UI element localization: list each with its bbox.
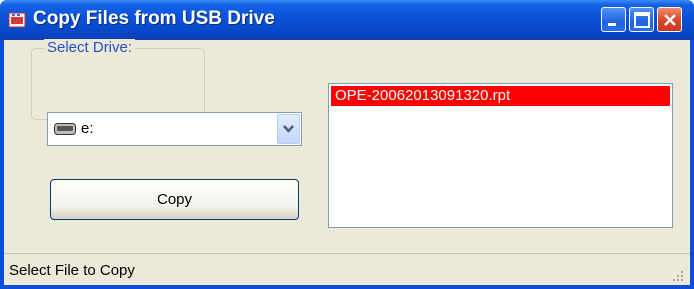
drive-icon [54, 123, 76, 135]
minimize-icon [608, 23, 616, 26]
drive-dropdown-button[interactable] [277, 114, 300, 144]
close-icon [664, 14, 676, 26]
window-title: Copy Files from USB Drive [33, 8, 275, 29]
maximize-button[interactable] [629, 7, 654, 32]
usb-app-icon [8, 12, 26, 28]
drive-select[interactable]: e: [47, 112, 302, 146]
title-bar[interactable]: Copy Files from USB Drive [0, 0, 694, 40]
minimize-button[interactable] [601, 7, 626, 32]
status-bar: Select File to Copy [4, 253, 690, 286]
close-button[interactable] [657, 7, 682, 32]
app-window: Copy Files from USB Drive Select Drive: [0, 0, 694, 289]
select-drive-label: Select Drive: [44, 39, 136, 56]
file-list[interactable]: OPE-20062013091320.rpt [328, 83, 673, 228]
resize-grip-icon[interactable] [670, 268, 684, 282]
window-border [0, 285, 694, 289]
maximize-icon [634, 12, 650, 28]
selected-drive: e: [81, 120, 94, 137]
chevron-down-icon [283, 125, 294, 133]
list-item[interactable]: OPE-20062013091320.rpt [331, 86, 670, 106]
select-drive-group: Select Drive: [31, 39, 205, 120]
copy-button[interactable]: Copy [50, 179, 299, 220]
status-text: Select File to Copy [9, 262, 135, 279]
